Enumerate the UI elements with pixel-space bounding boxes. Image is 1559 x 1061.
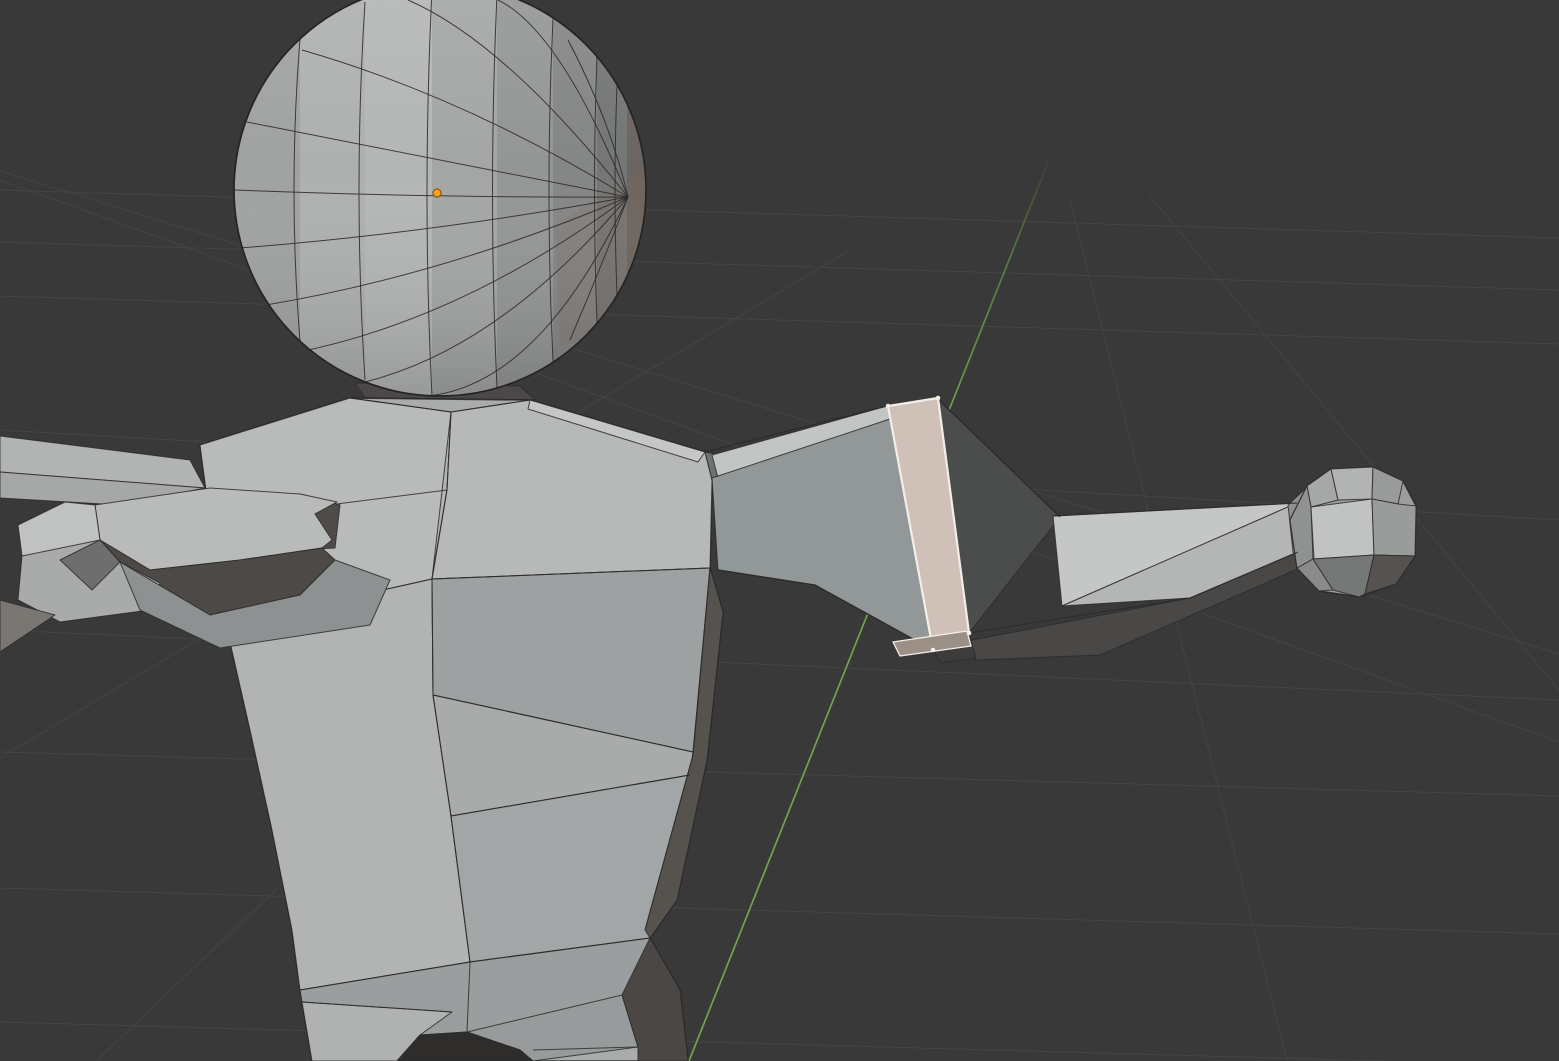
hand-facet-center[interactable] bbox=[1311, 499, 1374, 559]
blender-3d-viewport[interactable] bbox=[0, 0, 1559, 1061]
selected-vertex-3[interactable] bbox=[931, 648, 936, 653]
selected-vertex-2[interactable] bbox=[967, 631, 972, 636]
hand-facet-top-mid[interactable] bbox=[1331, 467, 1373, 500]
selected-vertex-0[interactable] bbox=[886, 404, 891, 409]
active-vertex[interactable] bbox=[433, 189, 441, 197]
selected-vertex-1[interactable] bbox=[936, 396, 941, 401]
viewport-canvas[interactable] bbox=[0, 0, 1559, 1061]
hand-facet-right[interactable] bbox=[1372, 499, 1416, 556]
